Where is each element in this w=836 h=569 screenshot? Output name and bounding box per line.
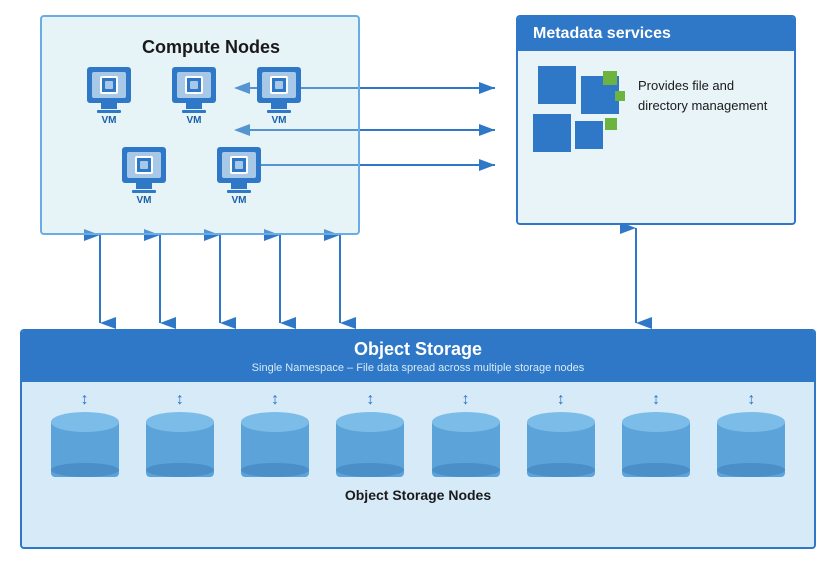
arrow-updown-3: ↕ <box>271 392 279 408</box>
cylinder-8 <box>717 412 785 477</box>
compute-nodes-box: Compute Nodes VM VM <box>40 15 360 235</box>
cylinder-top-4 <box>336 412 404 432</box>
cylinder-wrapper-6: ↕ <box>527 392 595 477</box>
sq-green-1 <box>603 71 617 85</box>
cylinder-top-8 <box>717 412 785 432</box>
cylinder-top-5 <box>432 412 500 432</box>
metadata-services-box: Metadata services Provides file and dire… <box>516 15 796 225</box>
vm-label-3: VМ <box>272 115 287 126</box>
cylinder-wrapper-5: ↕ <box>432 392 500 477</box>
vm-label-4: VM <box>137 195 152 206</box>
arrow-updown-1: ↕ <box>81 392 89 408</box>
vm-screen-5 <box>222 152 256 178</box>
object-storage-header: Object Storage Single Namespace – File d… <box>22 331 814 382</box>
object-storage-nodes-label: Object Storage Nodes <box>22 487 814 503</box>
metadata-squares <box>533 66 623 176</box>
vm-screen-2 <box>177 72 211 98</box>
cylinder-bottom-5 <box>432 463 500 477</box>
cylinders-container: ↕ ↕ ↕ <box>22 382 814 482</box>
vm-screen-3 <box>262 72 296 98</box>
cylinder-3 <box>241 412 309 477</box>
arrow-updown-6: ↕ <box>557 392 565 408</box>
arrow-updown-2: ↕ <box>176 392 184 408</box>
vm-icon-1: VM <box>87 67 131 126</box>
compute-nodes-title: Compute Nodes <box>142 37 280 58</box>
vm-label-2: VM <box>187 115 202 126</box>
cylinder-7 <box>622 412 690 477</box>
sq-green-2 <box>615 91 625 101</box>
cylinder-bottom-8 <box>717 463 785 477</box>
cylinder-bottom-4 <box>336 463 404 477</box>
cylinder-top-3 <box>241 412 309 432</box>
cylinder-wrapper-7: ↕ <box>622 392 690 477</box>
cylinder-wrapper-2: ↕ <box>146 392 214 477</box>
vm-screen-4 <box>127 152 161 178</box>
vm-icon-2: VM <box>172 67 216 126</box>
arrow-updown-5: ↕ <box>462 392 470 408</box>
object-storage-box: Object Storage Single Namespace – File d… <box>20 329 816 549</box>
vm-monitor-1 <box>87 67 131 103</box>
vm-monitor-4 <box>122 147 166 183</box>
vm-box-1 <box>100 76 118 94</box>
arrow-updown-4: ↕ <box>366 392 374 408</box>
cylinder-top-1 <box>51 412 119 432</box>
vm-label-5: VM <box>232 195 247 206</box>
vm-icon-4: VM <box>122 147 166 206</box>
cylinder-bottom-7 <box>622 463 690 477</box>
vm-box-2 <box>185 76 203 94</box>
sq-4 <box>575 121 603 149</box>
vm-box-3 <box>270 76 288 94</box>
vm-monitor-2 <box>172 67 216 103</box>
vm-screen-1 <box>92 72 126 98</box>
vm-icon-5: VM <box>217 147 261 206</box>
diagram-container: Compute Nodes VM VM <box>0 0 836 569</box>
cylinder-2 <box>146 412 214 477</box>
object-storage-title: Object Storage <box>37 339 799 360</box>
sq-3 <box>533 114 571 152</box>
metadata-description: Provides file and directory management <box>638 66 779 115</box>
cylinder-bottom-2 <box>146 463 214 477</box>
arrow-updown-7: ↕ <box>652 392 660 408</box>
cylinder-6 <box>527 412 595 477</box>
cylinder-1 <box>51 412 119 477</box>
metadata-content: Provides file and directory management <box>518 51 794 191</box>
metadata-title: Metadata services <box>518 17 794 51</box>
vm-box-5 <box>230 156 248 174</box>
vm-monitor-3 <box>257 67 301 103</box>
cylinder-4 <box>336 412 404 477</box>
cylinder-bottom-3 <box>241 463 309 477</box>
vm-box-4 <box>135 156 153 174</box>
vm-label-1: VM <box>102 115 117 126</box>
object-storage-subtitle: Single Namespace – File data spread acro… <box>37 362 799 374</box>
sq-green-3 <box>605 118 617 130</box>
cylinder-5 <box>432 412 500 477</box>
cylinder-wrapper-1: ↕ <box>51 392 119 477</box>
cylinder-wrapper-4: ↕ <box>336 392 404 477</box>
cylinder-top-7 <box>622 412 690 432</box>
cylinder-bottom-1 <box>51 463 119 477</box>
cylinder-top-2 <box>146 412 214 432</box>
cylinder-wrapper-8: ↕ <box>717 392 785 477</box>
cylinder-bottom-6 <box>527 463 595 477</box>
vm-icon-3: VМ <box>257 67 301 126</box>
vm-monitor-5 <box>217 147 261 183</box>
cylinder-top-6 <box>527 412 595 432</box>
cylinder-wrapper-3: ↕ <box>241 392 309 477</box>
sq-1 <box>538 66 576 104</box>
arrow-updown-8: ↕ <box>747 392 755 408</box>
